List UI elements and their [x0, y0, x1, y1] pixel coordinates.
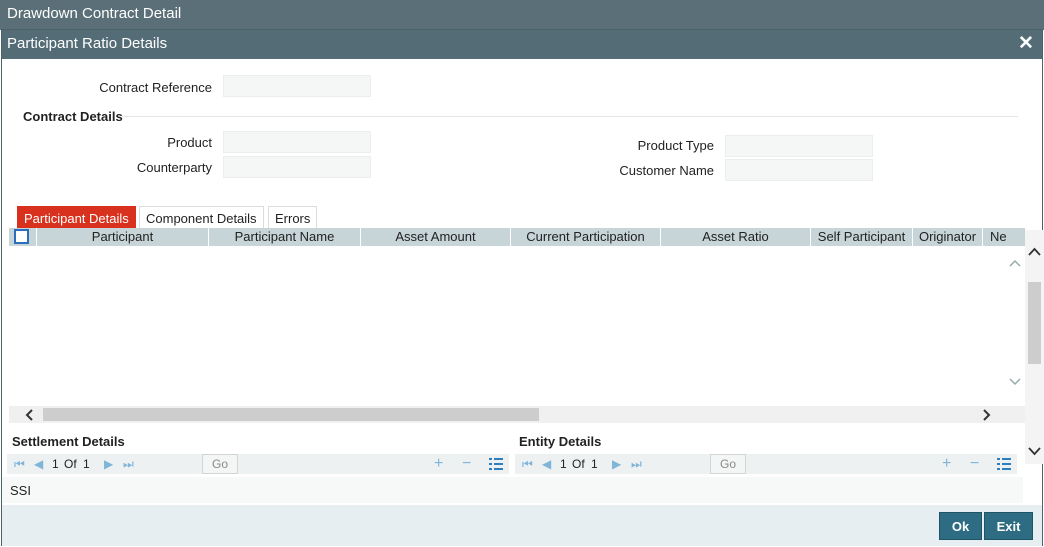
- product-type-label: Product Type: [637, 138, 714, 153]
- col-originator[interactable]: Originator: [913, 228, 983, 246]
- page-of: Of: [572, 457, 585, 471]
- modal-title: Participant Ratio Details: [2, 30, 1042, 59]
- modal-footer: Ok Exit: [2, 505, 1042, 546]
- col-participant-name[interactable]: Participant Name: [209, 228, 361, 246]
- exit-button[interactable]: Exit: [984, 512, 1033, 540]
- entity-details-heading: Entity Details: [519, 434, 602, 449]
- product-type-field[interactable]: [725, 135, 873, 157]
- last-page-icon[interactable]: ⏭: [631, 454, 642, 474]
- select-all-checkbox[interactable]: [14, 229, 29, 244]
- window-title: Drawdown Contract Detail: [0, 0, 1044, 30]
- col-asset-ratio[interactable]: Asset Ratio: [661, 228, 811, 246]
- last-page-icon[interactable]: ⏭: [123, 454, 134, 474]
- horizontal-scroll-thumb[interactable]: [43, 408, 539, 421]
- scroll-up-icon[interactable]: [1009, 259, 1021, 267]
- add-row-icon[interactable]: +: [434, 454, 443, 474]
- participant-grid-header: Participant Participant Name Asset Amoun…: [9, 228, 1025, 246]
- grid-horizontal-scrollbar[interactable]: [9, 406, 1025, 423]
- settlement-details-heading: Settlement Details: [12, 434, 125, 449]
- product-label: Product: [167, 135, 212, 150]
- contract-reference-field[interactable]: [223, 75, 371, 97]
- col-current-participation[interactable]: Current Participation: [511, 228, 661, 246]
- prev-page-icon[interactable]: ◀: [542, 454, 551, 474]
- next-page-icon[interactable]: ▶: [104, 454, 113, 474]
- contract-reference-label: Contract Reference: [99, 80, 212, 95]
- first-page-icon[interactable]: ⏮: [522, 454, 533, 474]
- modal-vertical-scrollbar[interactable]: [1025, 230, 1044, 464]
- customer-name-field[interactable]: [725, 159, 873, 181]
- page-total: 1: [83, 457, 90, 471]
- col-ne[interactable]: Ne: [983, 228, 1025, 246]
- grid-vertical-scrollbar[interactable]: [1006, 246, 1024, 406]
- page-total: 1: [591, 457, 598, 471]
- page-current: 1: [560, 457, 567, 471]
- col-asset-amount[interactable]: Asset Amount: [361, 228, 511, 246]
- section-divider: [122, 116, 1018, 117]
- outer-scroll-down-icon[interactable]: [1028, 447, 1041, 456]
- outer-scroll-up-icon[interactable]: [1028, 247, 1041, 256]
- scroll-down-icon[interactable]: [1009, 378, 1021, 386]
- col-participant[interactable]: Participant: [37, 228, 209, 246]
- page-current: 1: [52, 457, 59, 471]
- next-page-icon[interactable]: ▶: [612, 454, 621, 474]
- first-page-icon[interactable]: ⏮: [14, 454, 25, 474]
- list-view-icon[interactable]: [489, 458, 503, 470]
- prev-page-icon[interactable]: ◀: [34, 454, 43, 474]
- contract-details-heading: Contract Details: [23, 109, 123, 124]
- delete-row-icon[interactable]: −: [970, 454, 979, 474]
- settlement-pager: ⏮ ◀ 1 Of 1 ▶ ⏭ Go + −: [7, 454, 509, 474]
- ssi-button[interactable]: SSI: [10, 483, 31, 498]
- go-button[interactable]: Go: [710, 454, 746, 474]
- counterparty-label: Counterparty: [136, 160, 212, 175]
- entity-pager: ⏮ ◀ 1 Of 1 ▶ ⏭ Go + −: [515, 454, 1017, 474]
- scroll-left-icon[interactable]: [25, 409, 34, 421]
- list-view-icon[interactable]: [997, 458, 1011, 470]
- close-icon[interactable]: ✕: [1016, 34, 1036, 54]
- modal-scroll-thumb[interactable]: [1028, 282, 1041, 364]
- product-field[interactable]: [223, 131, 371, 153]
- scroll-right-icon[interactable]: [982, 409, 991, 421]
- participant-ratio-modal: Participant Ratio Details ✕ Contract Ref…: [1, 29, 1044, 546]
- go-button[interactable]: Go: [202, 454, 238, 474]
- page-of: Of: [64, 457, 77, 471]
- customer-name-label: Customer Name: [619, 163, 714, 178]
- ok-button[interactable]: Ok: [939, 512, 982, 540]
- delete-row-icon[interactable]: −: [462, 454, 471, 474]
- ssi-row: SSI: [2, 477, 1023, 503]
- counterparty-field[interactable]: [223, 156, 371, 178]
- add-row-icon[interactable]: +: [942, 454, 951, 474]
- select-all-cell: [9, 228, 37, 246]
- col-self-participant[interactable]: Self Participant: [811, 228, 913, 246]
